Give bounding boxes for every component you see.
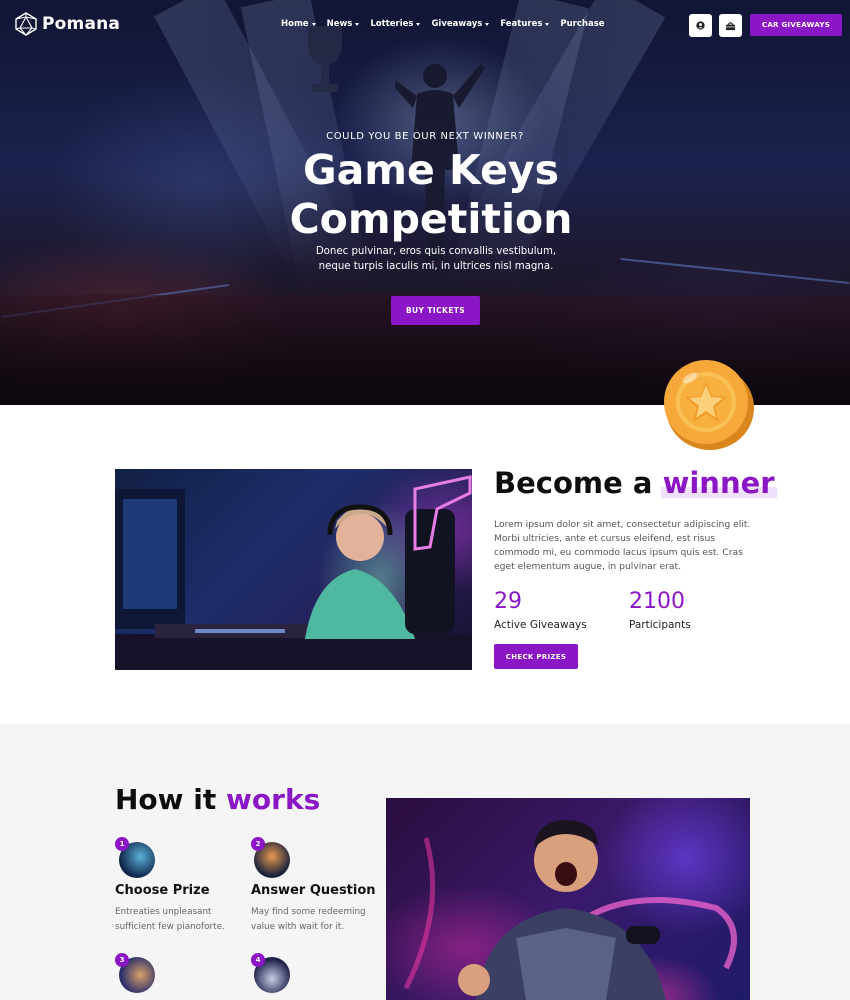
- account-button[interactable]: [689, 14, 712, 37]
- winner-description: Lorem ipsum dolor sit amet, consectetur …: [494, 519, 751, 572]
- buy-tickets-button[interactable]: BUY TICKETS: [391, 296, 480, 325]
- nav-item-label: Giveaways: [431, 19, 483, 29]
- hero-banner: Pomana Home News Lotteries Giveaways Fea…: [0, 0, 850, 405]
- step-number-badge: 4: [251, 953, 265, 967]
- winner-heading-highlight: winner: [660, 466, 777, 500]
- stat-label-participants: Participants: [629, 619, 691, 631]
- nav-item-news[interactable]: News: [327, 19, 360, 29]
- hero-eyebrow: COULD YOU BE OUR NEXT WINNER?: [326, 131, 524, 142]
- brand-name: Pomana: [42, 14, 121, 34]
- stat-label-giveaways: Active Giveaways: [494, 619, 587, 631]
- winner-heading-text: Become a: [494, 466, 653, 500]
- polyhedron-logo-icon: [15, 12, 37, 36]
- how-heading-highlight: works: [224, 783, 323, 816]
- user-icon: [696, 21, 705, 30]
- step-title: Answer Question: [251, 883, 376, 898]
- nav-item-features[interactable]: Features: [500, 19, 550, 29]
- excited-gamer-photo: [386, 798, 750, 1000]
- hero-description: Donec pulvinar, eros quis convallis vest…: [0, 244, 850, 274]
- main-nav: Home News Lotteries Giveaways Features P…: [281, 19, 605, 29]
- step-title: Choose Prize: [115, 883, 210, 898]
- excited-gamer-illustration: [403, 820, 737, 1000]
- chevron-down-icon: [545, 23, 550, 26]
- brand-logo[interactable]: Pomana: [14, 12, 120, 36]
- hero-title: Game Keys Competition: [0, 146, 850, 244]
- nav-item-label: Features: [500, 19, 543, 29]
- stat-value-giveaways: 29: [494, 589, 522, 614]
- nav-item-label: Home: [281, 19, 309, 29]
- basket-icon: [725, 21, 736, 30]
- star-coin-icon: [664, 360, 754, 450]
- nav-item-label: Lotteries: [370, 19, 414, 29]
- nav-item-purchase[interactable]: Purchase: [560, 19, 604, 29]
- step-number-badge: 2: [251, 837, 265, 851]
- how-heading: How it works: [115, 783, 323, 816]
- nav-item-giveaways[interactable]: Giveaways: [431, 19, 490, 29]
- nav-item-lotteries[interactable]: Lotteries: [370, 19, 421, 29]
- winner-heading: Become a winner: [494, 466, 777, 500]
- hero-description-line: neque turpis iaculis mi, in ultrices nis…: [318, 261, 554, 272]
- how-heading-text: How it: [115, 783, 217, 816]
- step-description: Entreaties unpleasant sufficient few pia…: [115, 907, 225, 932]
- hero-title-line: Competition: [289, 195, 573, 243]
- nav-item-home[interactable]: Home: [281, 19, 316, 29]
- chevron-down-icon: [355, 23, 360, 26]
- chevron-down-icon: [416, 23, 421, 26]
- chevron-down-icon: [311, 23, 316, 26]
- gamer-photo: [115, 469, 472, 670]
- step-number-badge: 1: [115, 837, 129, 851]
- nav-item-label: Purchase: [560, 19, 605, 29]
- stat-value-participants: 2100: [629, 589, 685, 614]
- check-prizes-button[interactable]: CHECK PRIZES: [494, 644, 578, 669]
- step-description: May find some redeeming value with wait …: [251, 907, 366, 932]
- nav-item-label: News: [326, 19, 353, 29]
- hero-description-line: Donec pulvinar, eros quis convallis vest…: [315, 246, 557, 257]
- step-number-badge: 3: [115, 953, 129, 967]
- hero-title-line: Game Keys: [302, 146, 560, 194]
- cart-button[interactable]: [719, 14, 742, 37]
- car-giveaways-button[interactable]: CAR GIVEAWAYS: [750, 14, 842, 36]
- chevron-down-icon: [485, 23, 490, 26]
- gamer-at-desk-illustration: [115, 475, 472, 670]
